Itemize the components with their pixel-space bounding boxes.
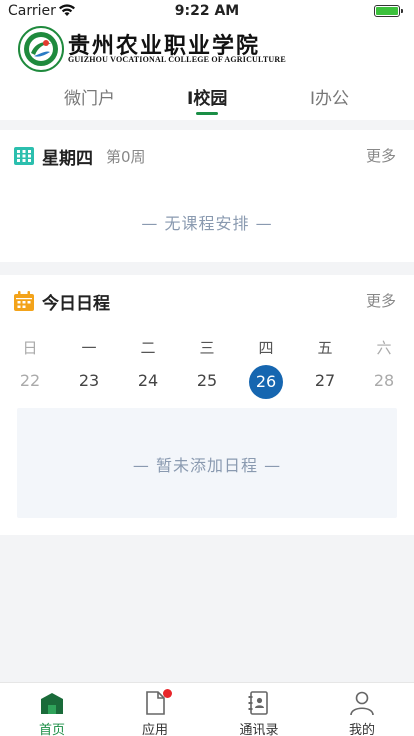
top-tabs: 微门户 I校园 I办公 bbox=[0, 84, 414, 118]
schedule-more-link[interactable]: 更多 bbox=[366, 290, 396, 311]
schedule-title: 今日日程 bbox=[42, 294, 110, 314]
active-tab-indicator bbox=[196, 112, 218, 115]
course-card: 星期四 第0周 更多 — 无课程安排 — bbox=[0, 130, 414, 262]
week-number: 第0周 bbox=[106, 148, 146, 166]
no-course-text: — 无课程安排 — bbox=[141, 214, 273, 233]
weekday-label: 二 bbox=[140, 339, 156, 357]
date-cell[interactable]: 25 bbox=[187, 371, 227, 390]
tabbar-label: 通讯录 bbox=[239, 723, 279, 736]
date-cell-today[interactable]: 26 bbox=[249, 365, 283, 399]
tab-office[interactable]: I办公 bbox=[310, 84, 349, 109]
tabbar-item-home[interactable]: 首页 bbox=[12, 689, 92, 736]
bottom-tab-bar: 首页 应用 通讯录 我的 bbox=[0, 682, 414, 736]
profile-icon bbox=[350, 691, 374, 716]
timetable-icon bbox=[14, 147, 34, 165]
school-logo bbox=[18, 26, 64, 72]
weekday-label: 一 bbox=[81, 339, 97, 357]
date-cell[interactable]: 23 bbox=[69, 371, 109, 390]
date-cell[interactable]: 22 bbox=[10, 371, 50, 390]
tab-micro-portal[interactable]: 微门户 bbox=[64, 84, 115, 109]
date-strip: 22 23 24 25 26 27 28 bbox=[0, 365, 414, 399]
tabbar-item-contacts[interactable]: 通讯录 bbox=[219, 689, 299, 736]
weekday-label: 五 bbox=[317, 339, 333, 357]
contacts-icon bbox=[248, 691, 268, 715]
date-cell[interactable]: 27 bbox=[305, 371, 345, 390]
course-more-link[interactable]: 更多 bbox=[366, 145, 396, 166]
tabbar-label: 首页 bbox=[38, 723, 65, 736]
tabbar-label: 我的 bbox=[348, 723, 375, 736]
calendar-icon bbox=[14, 291, 34, 311]
clock: 9:22 AM bbox=[174, 3, 240, 19]
school-name-en: GUIZHOU VOCATIONAL COLLEGE OF AGRICULTUR… bbox=[68, 55, 286, 64]
date-cell[interactable]: 28 bbox=[364, 371, 404, 390]
date-cell[interactable]: 24 bbox=[128, 371, 168, 390]
weekday-label: 三 bbox=[199, 339, 215, 357]
battery-icon bbox=[374, 5, 403, 17]
notification-badge bbox=[163, 689, 172, 698]
schedule-empty-box: — 暂未添加日程 — bbox=[17, 408, 397, 518]
tabbar-label: 应用 bbox=[141, 723, 168, 736]
tabbar-item-apps[interactable]: 应用 bbox=[115, 689, 195, 736]
course-day-title: 星期四 bbox=[42, 149, 93, 169]
tabbar-item-profile[interactable]: 我的 bbox=[322, 689, 402, 736]
weekday-label: 四 bbox=[258, 339, 274, 357]
weekday-label: 六 bbox=[376, 339, 392, 357]
home-icon bbox=[41, 693, 63, 714]
schedule-card: 今日日程 更多 日 一 二 三 四 五 六 22 23 24 25 26 27 … bbox=[0, 275, 414, 535]
weekday-label: 日 bbox=[22, 339, 38, 357]
header: 贵州农业职业学院 GUIZHOU VOCATIONAL COLLEGE OF A… bbox=[0, 22, 414, 120]
status-bar: Carrier 9:22 AM bbox=[0, 0, 414, 22]
tab-campus[interactable]: I校园 bbox=[187, 84, 227, 109]
weekday-header: 日 一 二 三 四 五 六 bbox=[0, 337, 414, 357]
no-schedule-text: — 暂未添加日程 — bbox=[132, 456, 282, 475]
